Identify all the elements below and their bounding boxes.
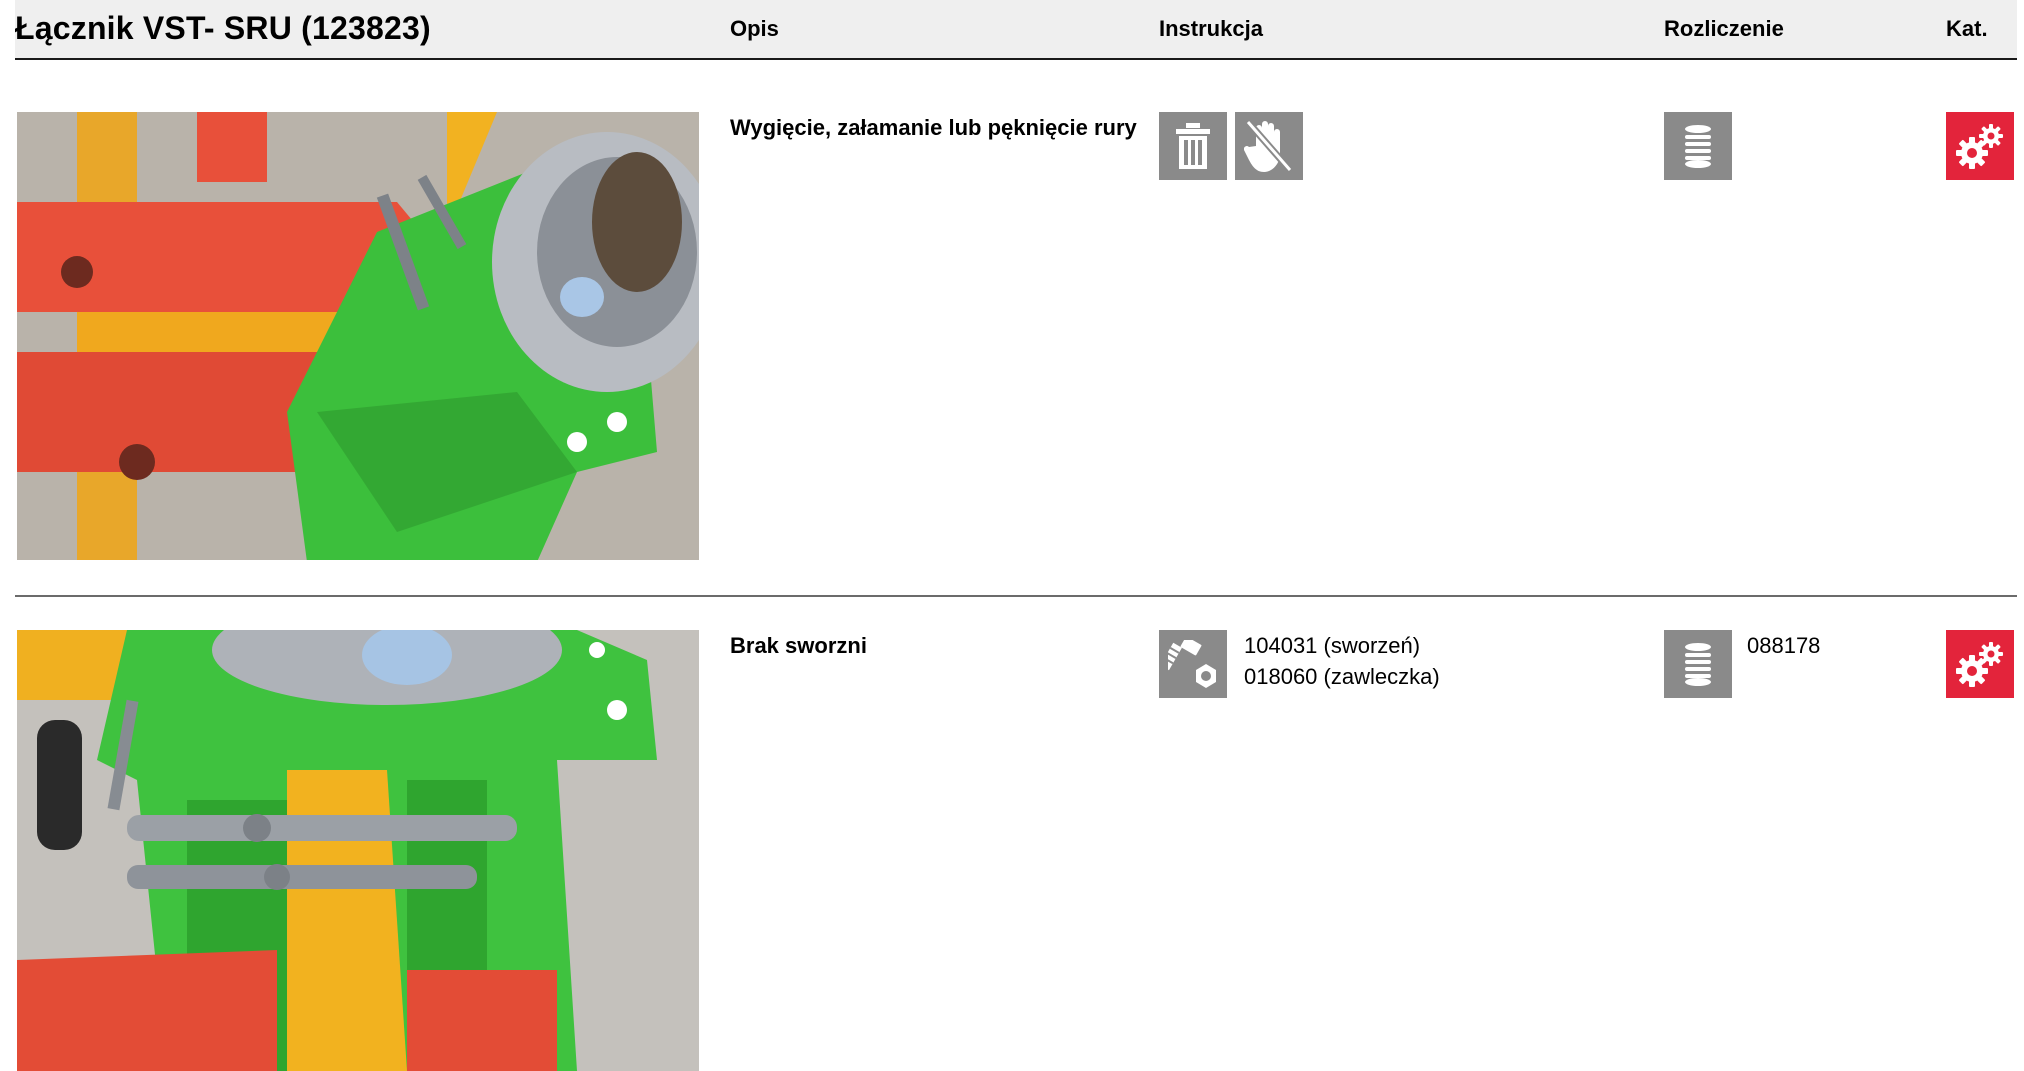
part-number: 104031 (sworzeń) <box>1244 633 1421 658</box>
stack-icon[interactable] <box>1664 630 1732 698</box>
column-header-instrukcja: Instrukcja <box>1159 16 1263 41</box>
no-hand-icon[interactable] <box>1235 112 1303 180</box>
row-divider <box>15 595 2017 597</box>
part-photo <box>17 630 699 1071</box>
column-header-rozliczenie: Rozliczenie <box>1664 16 1784 41</box>
trash-icon[interactable] <box>1159 112 1227 180</box>
page-title: Łącznik VST- SRU (123823) <box>15 10 431 46</box>
stack-icon[interactable] <box>1664 112 1732 180</box>
table-row: Wygięcie, załamanie lub pęknięcie rury <box>15 112 2017 562</box>
part-photo <box>17 112 699 560</box>
table-row: Brak sworzni 104031 (sworzeń) 018060 (za… <box>15 630 2017 1071</box>
instruction-parts-list: 104031 (sworzeń) 018060 (zawleczka) <box>1244 630 1440 692</box>
column-header-kat: Kat. <box>1946 16 1988 41</box>
column-header-opis: Opis <box>730 16 779 41</box>
gears-icon[interactable] <box>1946 630 2014 698</box>
table-header: Łącznik VST- SRU (123823) Opis Instrukcj… <box>15 0 2017 60</box>
gears-icon[interactable] <box>1946 112 2014 180</box>
settlement-code: 088178 <box>1747 633 1821 658</box>
part-number: 018060 (zawleczka) <box>1244 664 1440 689</box>
bolt-nut-icon[interactable] <box>1159 630 1227 698</box>
row-description: Brak sworzni <box>730 633 867 658</box>
row-description: Wygięcie, załamanie lub pęknięcie rury <box>730 115 1137 140</box>
